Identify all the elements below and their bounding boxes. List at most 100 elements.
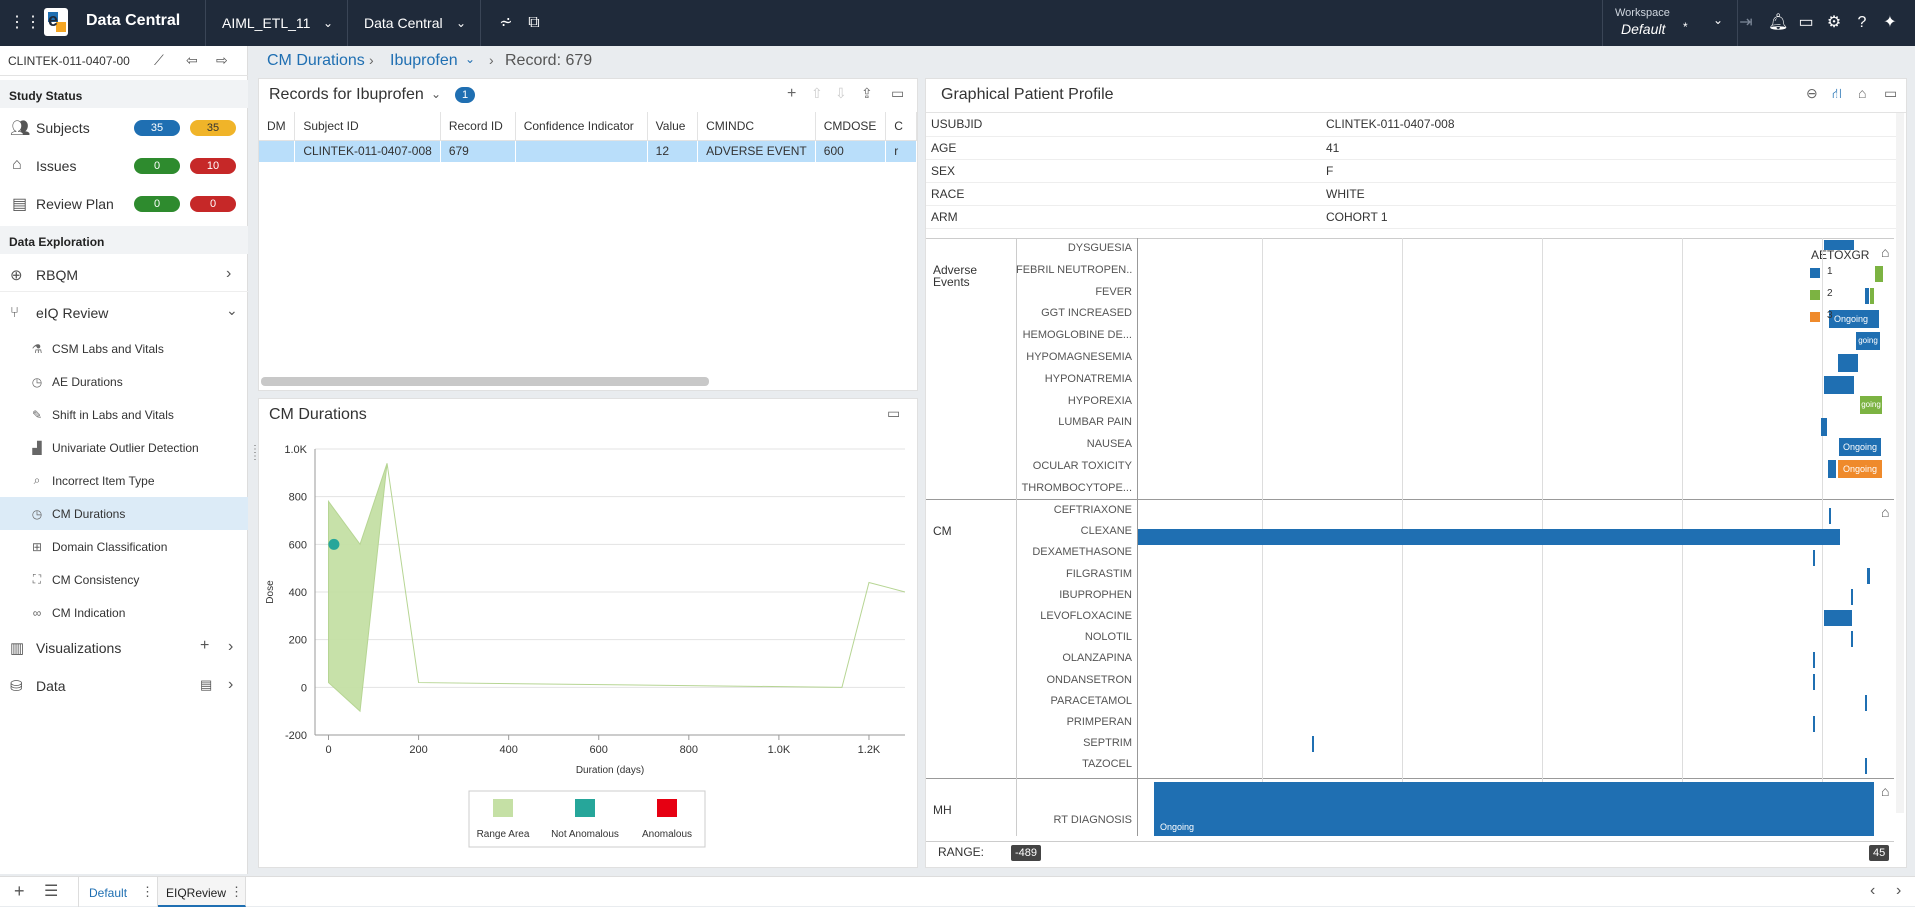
status-row-review-plan[interactable]: ▤ Review Plan 0 0	[0, 188, 248, 220]
menu-icon[interactable]: ☰	[44, 881, 58, 901]
ae-event-bar[interactable]	[1824, 376, 1854, 394]
hierarchy-icon[interactable]: ⛙	[1832, 85, 1842, 104]
chevron-left-icon[interactable]: ‹	[1870, 882, 1875, 900]
nav-item-univariate-outlier[interactable]: ▟ Univariate Outlier Detection	[0, 431, 248, 464]
nav-label: CSM Labs and Vitals	[52, 341, 164, 356]
tab-default[interactable]: Default ⋮	[78, 877, 158, 907]
status-row-issues[interactable]: ⌂ Issues 0 10	[0, 150, 248, 182]
tab-eiqreview[interactable]: EIQReview ⋮	[158, 877, 246, 907]
nav-item-ae-durations[interactable]: ◷ AE Durations	[0, 365, 248, 398]
tag-icon[interactable]: ⌂	[1881, 244, 1889, 260]
chevron-right-icon[interactable]: ›	[1896, 882, 1901, 900]
column-header[interactable]: Record ID	[440, 112, 516, 141]
nav-rbqm[interactable]: ⊕ RBQM ›	[0, 258, 248, 292]
tag-icon[interactable]: ⌂	[1881, 783, 1889, 799]
cm-medication-bar[interactable]	[1867, 568, 1870, 584]
gear-icon[interactable]: ⚙	[1824, 13, 1844, 33]
cm-medication-bar[interactable]	[1813, 550, 1815, 566]
plus-icon[interactable]: +	[200, 637, 209, 655]
column-header[interactable]: CMDOSE	[815, 112, 887, 141]
cm-medication-bar[interactable]	[1813, 716, 1815, 732]
ae-event-bar[interactable]	[1875, 266, 1883, 282]
folder-icon[interactable]: ▭	[1796, 13, 1816, 33]
kebab-menu-icon[interactable]: ⋮	[230, 884, 243, 900]
column-header[interactable]: CMINDC	[697, 112, 816, 141]
nav-data[interactable]: ⛁ Data ▤ ›	[0, 669, 248, 703]
arrow-left-icon[interactable]: ⇦	[186, 52, 198, 69]
apps-grid-icon[interactable]: ⋮⋮	[9, 13, 41, 33]
panel-layout-icon[interactable]: ▭	[1884, 85, 1897, 102]
breadcrumb-item-ibuprofen[interactable]: Ibuprofen	[390, 52, 458, 70]
ae-event-bar[interactable]	[1870, 288, 1874, 304]
data-point-not-anomalous[interactable]	[328, 538, 340, 550]
ongoing-label: going	[1858, 336, 1878, 345]
arrow-up-icon[interactable]: ⇧	[811, 85, 823, 102]
export-icon[interactable]: ⇥	[1736, 13, 1756, 33]
nav-item-cm-durations[interactable]: ◷ CM Durations	[0, 497, 248, 530]
nav-eiq-review[interactable]: ⑂ eIQ Review ⌄	[0, 296, 248, 330]
chevron-down-icon[interactable]: ⌄	[431, 87, 441, 101]
arrow-down-icon[interactable]: ⇩	[835, 85, 847, 102]
export-icon[interactable]: ⇪	[861, 85, 873, 102]
copy-icon[interactable]: ⧉	[524, 13, 544, 33]
kebab-menu-icon[interactable]: ⋮	[141, 884, 154, 900]
chevron-down-icon[interactable]: ⌄	[465, 52, 475, 66]
ae-event-bar[interactable]	[1824, 240, 1854, 250]
range-max-handle[interactable]: 45	[1869, 845, 1890, 861]
workspace-selector[interactable]: Workspace Default * ⌄	[1602, 0, 1738, 46]
column-header[interactable]: Value	[647, 112, 699, 141]
sparkle-icon[interactable]: ✦	[1880, 13, 1900, 33]
panel-layout-icon[interactable]: ▭	[887, 405, 900, 422]
nav-item-domain-classification[interactable]: ⊞ Domain Classification	[0, 530, 248, 563]
trend-chart-icon[interactable]: ⟋	[154, 52, 164, 69]
cm-medication-bar[interactable]	[1138, 529, 1832, 545]
cm-medication-bar[interactable]	[1851, 631, 1853, 647]
status-row-subjects[interactable]: 👥︎ Subjects 35 35	[0, 112, 248, 144]
module-dropdown[interactable]: Data Central ⌄	[348, 0, 481, 46]
tag-icon[interactable]: ⌂	[1858, 85, 1866, 101]
column-header[interactable]: DM	[259, 112, 296, 141]
range-min-handle[interactable]: -489	[1011, 845, 1042, 861]
horizontal-scrollbar[interactable]	[261, 377, 709, 386]
column-header[interactable]: Subject ID	[294, 112, 441, 141]
tag-icon[interactable]: ⌂	[1881, 504, 1889, 520]
breadcrumb-item-cm-durations[interactable]: CM Durations	[267, 52, 365, 70]
nav-item-cm-consistency[interactable]: ⛶ CM Consistency	[0, 563, 248, 596]
zoom-out-icon[interactable]: ⊖	[1806, 85, 1818, 102]
clipboard-icon[interactable]: ▤	[200, 677, 212, 693]
ae-event-bar[interactable]	[1821, 418, 1827, 436]
column-header[interactable]: C	[885, 112, 917, 141]
cm-medication-bar[interactable]	[1824, 610, 1852, 626]
plus-icon[interactable]: +	[787, 85, 796, 103]
cm-medication-bar[interactable]	[1829, 508, 1831, 524]
nav-item-cm-indication[interactable]: ∞ CM Indication	[0, 596, 248, 629]
ae-event-bar[interactable]	[1838, 354, 1858, 372]
demographic-key: ARM	[926, 205, 1321, 229]
cm-medication-bar[interactable]	[1865, 695, 1867, 711]
plus-icon[interactable]: +	[14, 881, 25, 902]
mh-history-bar[interactable]	[1154, 782, 1874, 836]
nav-visualizations[interactable]: ▥ Visualizations + ›	[0, 631, 248, 665]
table-row[interactable]: CLINTEK-011-0407-008 679 12 ADVERSE EVEN…	[259, 140, 917, 162]
cm-medication-bar[interactable]	[1312, 736, 1314, 752]
cm-medication-bar[interactable]	[1813, 674, 1815, 690]
bell-icon[interactable]: 🔔︎	[1768, 13, 1788, 33]
filter-icon[interactable]: ⩫	[496, 13, 516, 33]
panel-layout-icon[interactable]: ▭	[891, 85, 904, 102]
ae-event-bar[interactable]	[1828, 460, 1836, 478]
column-header[interactable]: Confidence Indicator	[515, 112, 648, 141]
cm-medication-bar[interactable]	[1865, 758, 1867, 774]
nav-item-incorrect-item-type[interactable]: ⌕ Incorrect Item Type	[0, 464, 248, 497]
cm-medication-bar[interactable]	[1851, 589, 1853, 605]
cm-medication-bar[interactable]	[1813, 652, 1815, 668]
ae-event-bar[interactable]	[1865, 288, 1869, 304]
demographics-row: USUBJID CLINTEK-011-0407-008	[926, 113, 1896, 137]
help-icon[interactable]: ?	[1852, 13, 1872, 33]
project-dropdown[interactable]: AIML_ETL_11 ⌄	[205, 0, 348, 46]
nav-item-csm-labs-vitals[interactable]: ⚗ CSM Labs and Vitals	[0, 332, 248, 365]
arrow-right-icon[interactable]: ⇨	[216, 52, 228, 69]
resize-handle[interactable]: ⋮ ⋮	[250, 445, 260, 474]
vertical-scrollbar[interactable]	[1896, 113, 1904, 813]
cm-medication-bar[interactable]	[1832, 529, 1840, 545]
nav-item-shift-labs-vitals[interactable]: ✎ Shift in Labs and Vitals	[0, 398, 248, 431]
